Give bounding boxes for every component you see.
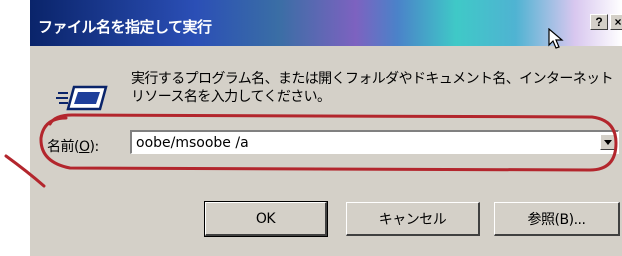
mouse-pointer-icon — [548, 28, 564, 49]
close-button[interactable]: × — [610, 14, 622, 30]
name-label-mnemonic: O — [78, 139, 90, 155]
title-bar[interactable]: ファイル名を指定して実行 ? × — [30, 0, 622, 46]
cancel-button[interactable]: キャンセル — [346, 202, 480, 236]
ok-button[interactable]: OK — [204, 201, 328, 237]
dropdown-button[interactable] — [600, 134, 616, 150]
dialog-title: ファイル名を指定して実行 — [38, 18, 212, 36]
command-combobox[interactable] — [130, 130, 619, 154]
name-label-suffix: ): — [89, 139, 100, 155]
name-label-prefix: 名前( — [47, 139, 79, 155]
instruction-text: 実行するプログラム名、または開くフォルダやドキュメント名、インターネットリソース… — [131, 71, 614, 105]
browse-button[interactable]: 参照(B)... — [494, 202, 620, 236]
command-input[interactable] — [136, 133, 576, 152]
run-dialog-icon — [56, 85, 108, 111]
name-label: 名前(O): — [47, 136, 99, 156]
help-button[interactable]: ? — [590, 14, 608, 30]
run-dialog: ファイル名を指定して実行 ? × 実行するプログラム名、または開くフォルダやドキ… — [30, 0, 622, 256]
chevron-down-icon — [604, 139, 612, 145]
